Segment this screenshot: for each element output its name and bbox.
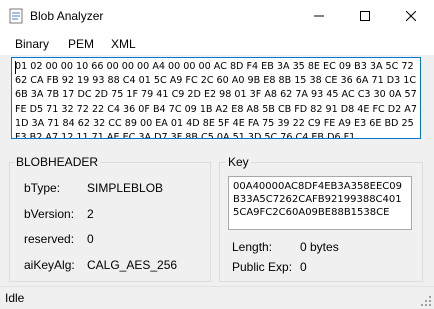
minimize-icon xyxy=(314,15,324,16)
bversion-label: bVersion: xyxy=(24,207,75,221)
public-exp-label: Public Exp: xyxy=(232,260,293,274)
menu-xml[interactable]: XML xyxy=(111,37,136,51)
maximize-icon xyxy=(360,10,370,21)
menu-binary[interactable]: Binary xyxy=(15,37,49,51)
minimize-button[interactable] xyxy=(296,0,342,31)
close-button[interactable] xyxy=(388,0,434,31)
public-exp-value: 0 xyxy=(300,260,307,274)
status-bar: Idle xyxy=(0,286,434,309)
hex-textbox[interactable]: 01 02 00 00 10 66 00 00 00 A4 00 00 00 A… xyxy=(11,57,421,139)
key-title: Key xyxy=(226,155,251,169)
btype-value: SIMPLEBLOB xyxy=(87,181,164,195)
btype-label: bType: xyxy=(24,181,61,195)
resize-grip-icon[interactable] xyxy=(420,295,432,307)
menu-bar: Binary PEM XML xyxy=(0,31,434,55)
app-icon xyxy=(9,8,23,24)
text-caret xyxy=(15,61,16,74)
blobheader-title: BLOBHEADER xyxy=(14,155,101,169)
length-label: Length: xyxy=(232,240,273,254)
aikeyalg-label: aiKeyAlg: xyxy=(24,258,75,272)
bversion-value: 2 xyxy=(87,207,94,221)
window-title: Blob Analyzer xyxy=(30,9,104,23)
reserved-label: reserved: xyxy=(24,232,75,246)
title-bar: Blob Analyzer xyxy=(0,0,434,31)
menu-pem[interactable]: PEM xyxy=(68,37,94,51)
reserved-value: 0 xyxy=(87,232,94,246)
close-icon xyxy=(406,10,416,21)
key-textbox[interactable]: 00A40000AC8DF4EB3A358EEC09B33A5C7262CAFB… xyxy=(228,176,412,230)
length-value: 0 bytes xyxy=(300,240,339,254)
maximize-button[interactable] xyxy=(342,0,388,31)
status-text: Idle xyxy=(5,291,25,305)
aikeyalg-value: CALG_AES_256 xyxy=(87,258,178,272)
